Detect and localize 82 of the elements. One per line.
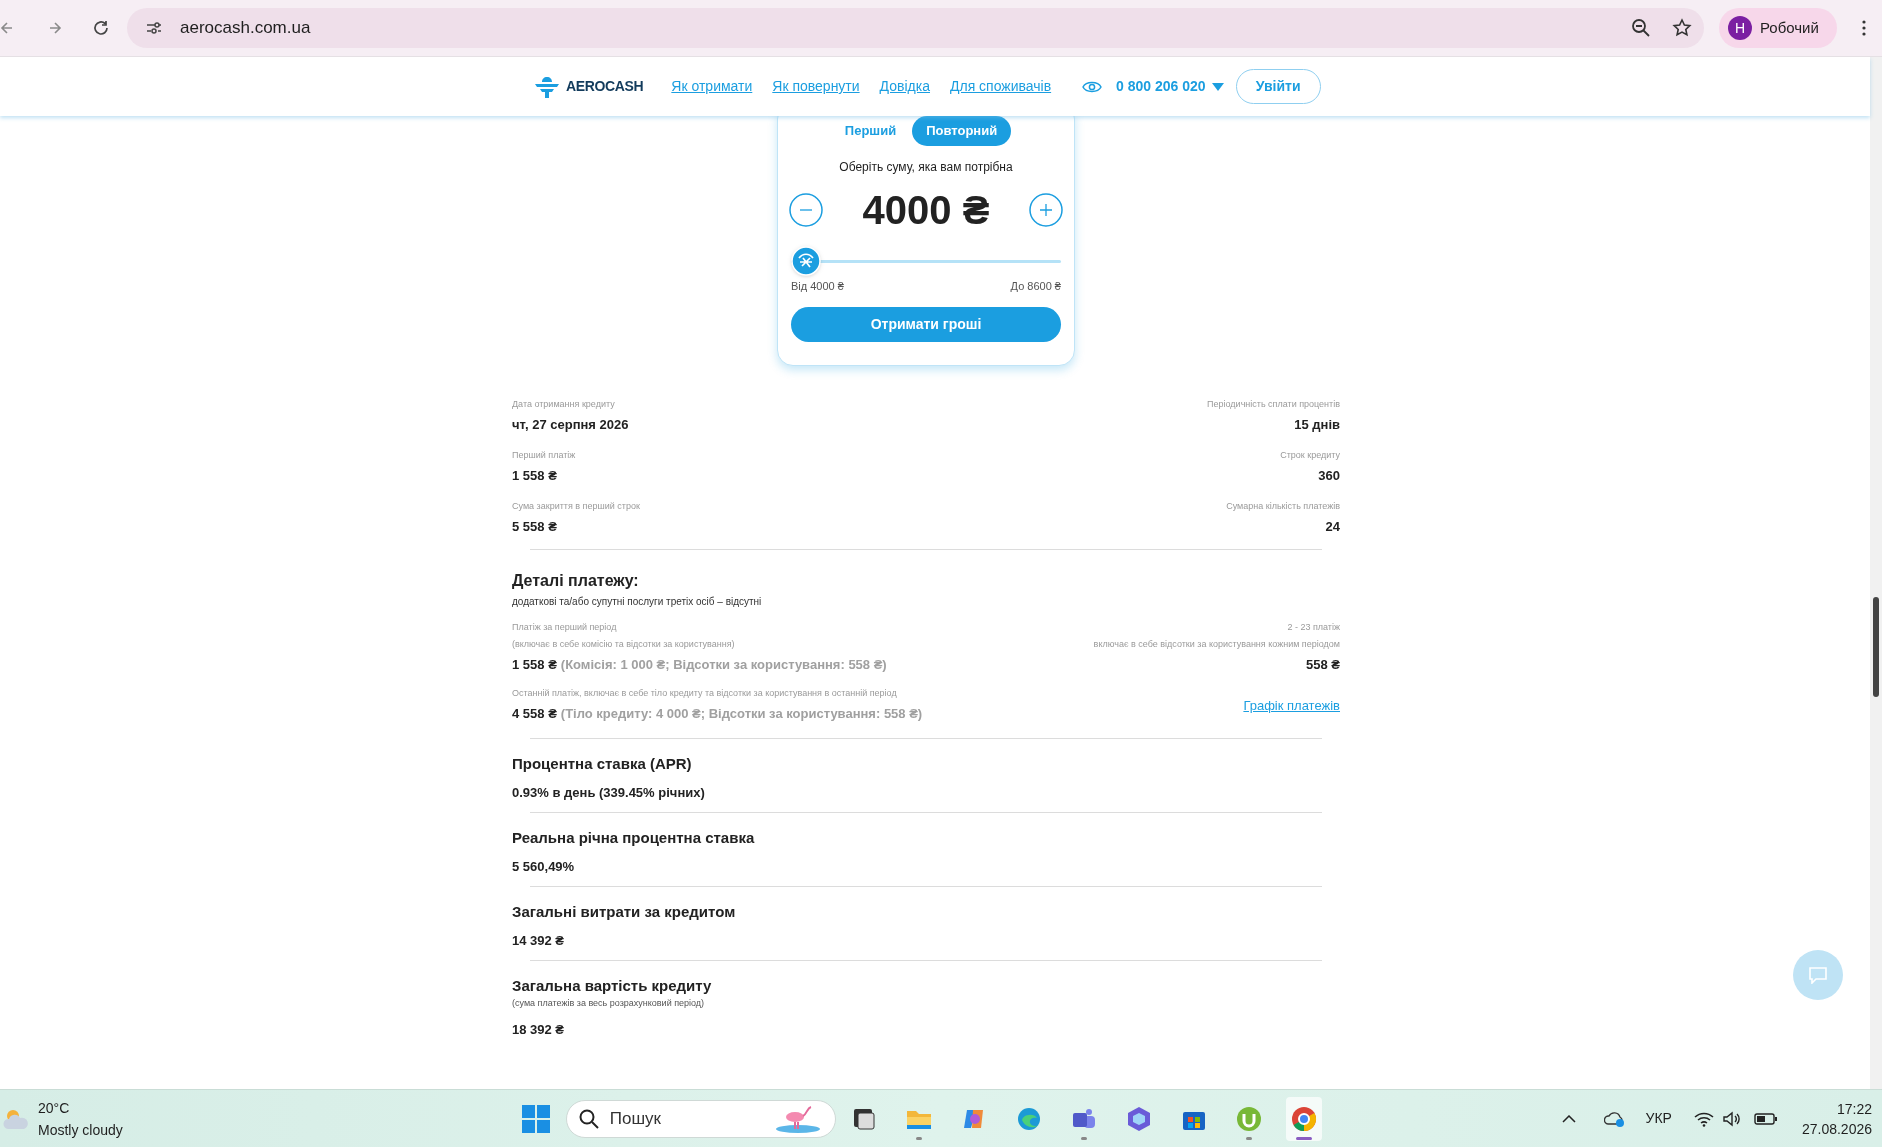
field-label: Останній платіж, включає в себе тіло кредиту та відсотки за користування в останній період [512, 686, 898, 700]
section-value: 0.93% в день (339.45% річних) [512, 784, 706, 801]
phone-number[interactable]: 0 800 206 020 [1116, 76, 1206, 97]
nav-link[interactable]: Для споживачів [950, 76, 1052, 97]
section-value: 14 392 ₴ [512, 932, 566, 949]
field-value: 360 [1318, 466, 1340, 485]
clock-time[interactable]: 17:22 [1836, 1098, 1872, 1119]
section-note: (сума платежів за весь розрахунковий період) [512, 996, 706, 1010]
search-icon[interactable] [578, 1108, 599, 1129]
battery-icon[interactable] [1753, 1111, 1778, 1126]
weather-status[interactable]: Mostly cloudy [38, 1118, 123, 1141]
section-heading: Загальні витрати за кредитом [512, 902, 737, 921]
field-value: 5 558 ₴ [512, 517, 558, 536]
amount-tab[interactable]: Повторний [912, 116, 1012, 146]
utorrent-icon[interactable] [1235, 1105, 1262, 1132]
field-value: 1 558 ₴ [512, 466, 558, 485]
brand-name[interactable]: AEROCASH [566, 76, 644, 97]
field-note: (включає в себе комісію та відсотки за користування) [512, 637, 736, 651]
caret-icon[interactable] [1211, 82, 1224, 91]
start-icon[interactable] [521, 1104, 550, 1133]
field-label: Сумарна кількість платежів [1226, 500, 1340, 513]
site-settings-icon[interactable] [145, 20, 163, 36]
section-value: 5 560,49% [512, 858, 576, 875]
max-amount-label: До 8600 ₴ [1010, 279, 1061, 294]
section-heading: Загальна вартість кредиту [512, 976, 713, 995]
chevron-up-icon[interactable] [1561, 1114, 1576, 1123]
edge-icon[interactable] [1015, 1105, 1042, 1132]
login-button[interactable]: Увійти [1235, 69, 1321, 104]
more-icon[interactable] [1862, 20, 1866, 36]
plus-icon[interactable] [1029, 193, 1063, 227]
star-icon[interactable] [1672, 18, 1692, 38]
field-value: 24 [1325, 517, 1340, 536]
min-amount-label: Від 4000 ₴ [791, 279, 844, 294]
wifi-icon[interactable] [1693, 1110, 1714, 1127]
forward-icon[interactable] [48, 20, 64, 36]
weather-temperature[interactable]: 20°C [38, 1096, 123, 1119]
reload-icon[interactable] [92, 19, 110, 37]
field-label: Строк кредиту [1280, 449, 1340, 462]
section-heading: Деталі платежу: [512, 571, 640, 591]
section-subtitle: додаткові та/або супутні послуги третіх осіб – відсутні [512, 595, 763, 609]
clock-date[interactable]: 27.08.2026 [1801, 1118, 1872, 1139]
scrollbar[interactable] [1870, 57, 1882, 1089]
profile-button[interactable]: Н Робочий [1719, 8, 1837, 48]
section-value: 18 392 ₴ [512, 1022, 566, 1038]
nav-link[interactable]: Як повернути [772, 76, 860, 97]
amount-value: 4000 ₴ [862, 187, 990, 234]
profile-name: Робочий [1760, 17, 1819, 38]
hexagon-app-icon[interactable] [1125, 1105, 1152, 1132]
zoom-icon[interactable] [1631, 18, 1651, 38]
speaker-icon[interactable] [1721, 1110, 1742, 1127]
section-heading: Реальна річна процентна ставка [512, 828, 756, 847]
amount-prompt: Оберіть суму, яка вам потрібна [839, 159, 1013, 176]
field-value: 558 ₴ [1306, 656, 1340, 674]
field-value: 15 днів [1294, 415, 1340, 434]
minus-icon[interactable] [789, 193, 823, 227]
taskbar-search[interactable]: Пошук [565, 1099, 836, 1138]
profile-avatar: Н [1728, 16, 1752, 40]
nav-link[interactable]: Довідка [879, 76, 930, 97]
field-value: 4 558 ₴ [512, 705, 557, 723]
section-heading: Процентна ставка (APR) [512, 754, 693, 773]
cloud-sync-icon[interactable] [1603, 1109, 1626, 1128]
search-placeholder: Пошук [609, 1107, 662, 1130]
slider-thumb[interactable] [791, 246, 821, 276]
field-label: Сума закриття в перший строк [512, 500, 640, 513]
url-text: aerocash.com.ua [180, 17, 311, 40]
payment-breakdown: (Тіло кредиту: 4 000 ₴; Відсотки за користування: 558 ₴) [560, 705, 923, 723]
field-label: Дата отримання кредиту [512, 398, 616, 411]
field-value: 1 558 ₴ [512, 656, 557, 674]
schedule-link[interactable]: Графік платежів [1243, 696, 1340, 716]
field-label: Перший платіж [512, 449, 576, 462]
field-label: Періодичність сплати процентів [1207, 398, 1340, 411]
language-indicator[interactable]: УКР [1645, 1108, 1672, 1129]
field-label: Платіж за перший період [512, 621, 618, 634]
field-label: 2 - 23 платіж [1287, 621, 1340, 634]
nav-link[interactable]: Як отримати [671, 76, 753, 97]
field-value: чт, 27 серпня 2026 [512, 415, 629, 434]
field-note: включає в себе відсотки за користування кожним періодом [1093, 637, 1340, 651]
address-bar[interactable]: aerocash.com.ua [127, 8, 1704, 48]
get-money-button[interactable]: Отримати гроші [791, 306, 1061, 342]
eye-icon[interactable] [1082, 79, 1103, 94]
chrome-icon[interactable] [1290, 1105, 1317, 1132]
payment-breakdown: (Комісія: 1 000 ₴; Відсотки за користування: 558 ₴) [560, 656, 887, 674]
